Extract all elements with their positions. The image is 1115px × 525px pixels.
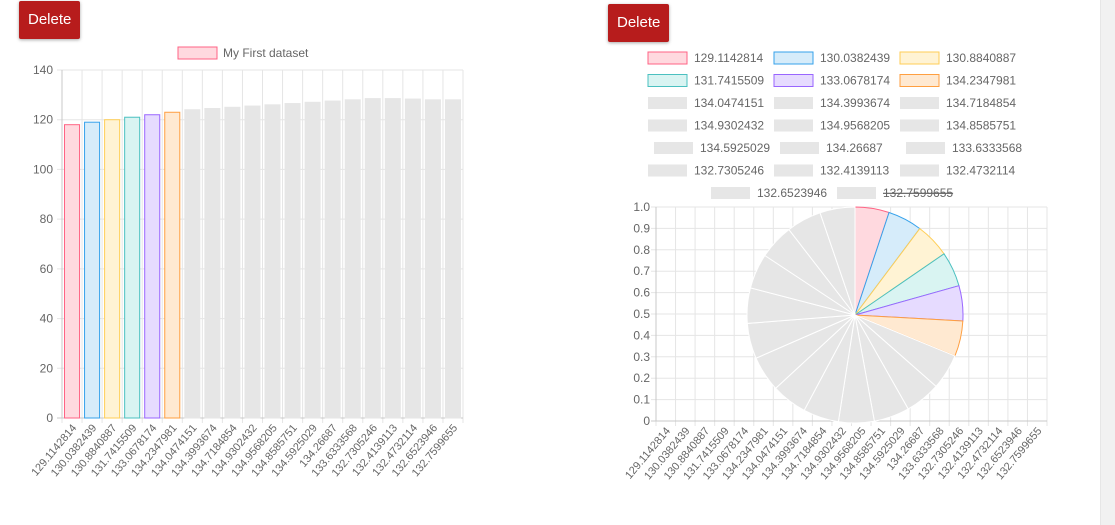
legend-label: 133.6333568 [952, 141, 1022, 155]
pie-y-tick-label: 0.6 [633, 286, 650, 300]
pie-chart: 129.1142814 130.0382439 130.8840887 131.741… [623, 51, 1048, 482]
legend-label: 134.9302432 [694, 119, 764, 133]
legend-swatch [648, 119, 687, 132]
legend-swatch [711, 187, 750, 199]
legend-label: 129.1142814 [694, 51, 764, 65]
legend-label: 130.8840887 [946, 51, 1016, 65]
legend-swatch [648, 164, 687, 177]
legend-label: 134.26687 [826, 141, 883, 155]
legend-swatch [647, 74, 688, 87]
pie-y-tick-label: 0.2 [633, 371, 650, 385]
legend-swatch [899, 74, 940, 87]
legend-swatch [773, 74, 814, 87]
legend-label: 134.0474151 [694, 96, 764, 110]
legend-swatch [774, 119, 813, 132]
legend-swatch [774, 97, 813, 109]
legend-label: 132.7305246 [694, 164, 764, 178]
legend-swatch [899, 51, 940, 65]
pie-y-tick-label: 0.1 [633, 393, 650, 407]
legend-swatch [654, 142, 693, 154]
legend-label: 132.4732114 [946, 164, 1016, 178]
pie-y-tick-label: 1.0 [633, 200, 650, 214]
legend-label: 134.7184854 [946, 96, 1016, 110]
pie-y-tick-label: 0.8 [633, 243, 650, 257]
vertical-scrollbar[interactable] [1100, 0, 1115, 525]
pie-y-tick-label: 0.5 [633, 307, 650, 321]
legend-swatch [780, 142, 819, 154]
legend-label: 132.7599655 [883, 186, 953, 200]
legend-label: 134.8585751 [946, 119, 1016, 133]
legend-swatch [648, 97, 687, 109]
legend-swatch [774, 164, 813, 177]
legend-swatch [773, 51, 814, 65]
pie-y-tick-label: 0 [643, 414, 650, 428]
legend-label: 133.0678174 [820, 74, 890, 88]
pie-y-tick-label: 0.7 [633, 264, 650, 278]
legend-swatch [900, 119, 939, 132]
legend-label: 132.6523946 [757, 186, 827, 200]
legend-label: 132.4139113 [820, 164, 890, 178]
legend-label: 134.9568205 [820, 119, 890, 133]
pie-y-tick-label: 0.9 [633, 221, 650, 235]
legend-swatch [906, 142, 945, 154]
legend-swatch [837, 187, 876, 199]
pie-y-tick-label: 0.3 [633, 350, 650, 364]
legend-label: 134.5925029 [700, 141, 770, 155]
legend-swatch [900, 164, 939, 177]
legend-label: 131.7415509 [694, 74, 764, 88]
pie-y-tick-label: 0.4 [633, 328, 650, 342]
legend-label: 134.2347981 [946, 74, 1016, 88]
legend-label: 134.3993674 [820, 96, 890, 110]
legend-label: 130.0382439 [820, 51, 890, 65]
legend-swatch [900, 97, 939, 109]
legend-swatch [647, 51, 688, 65]
